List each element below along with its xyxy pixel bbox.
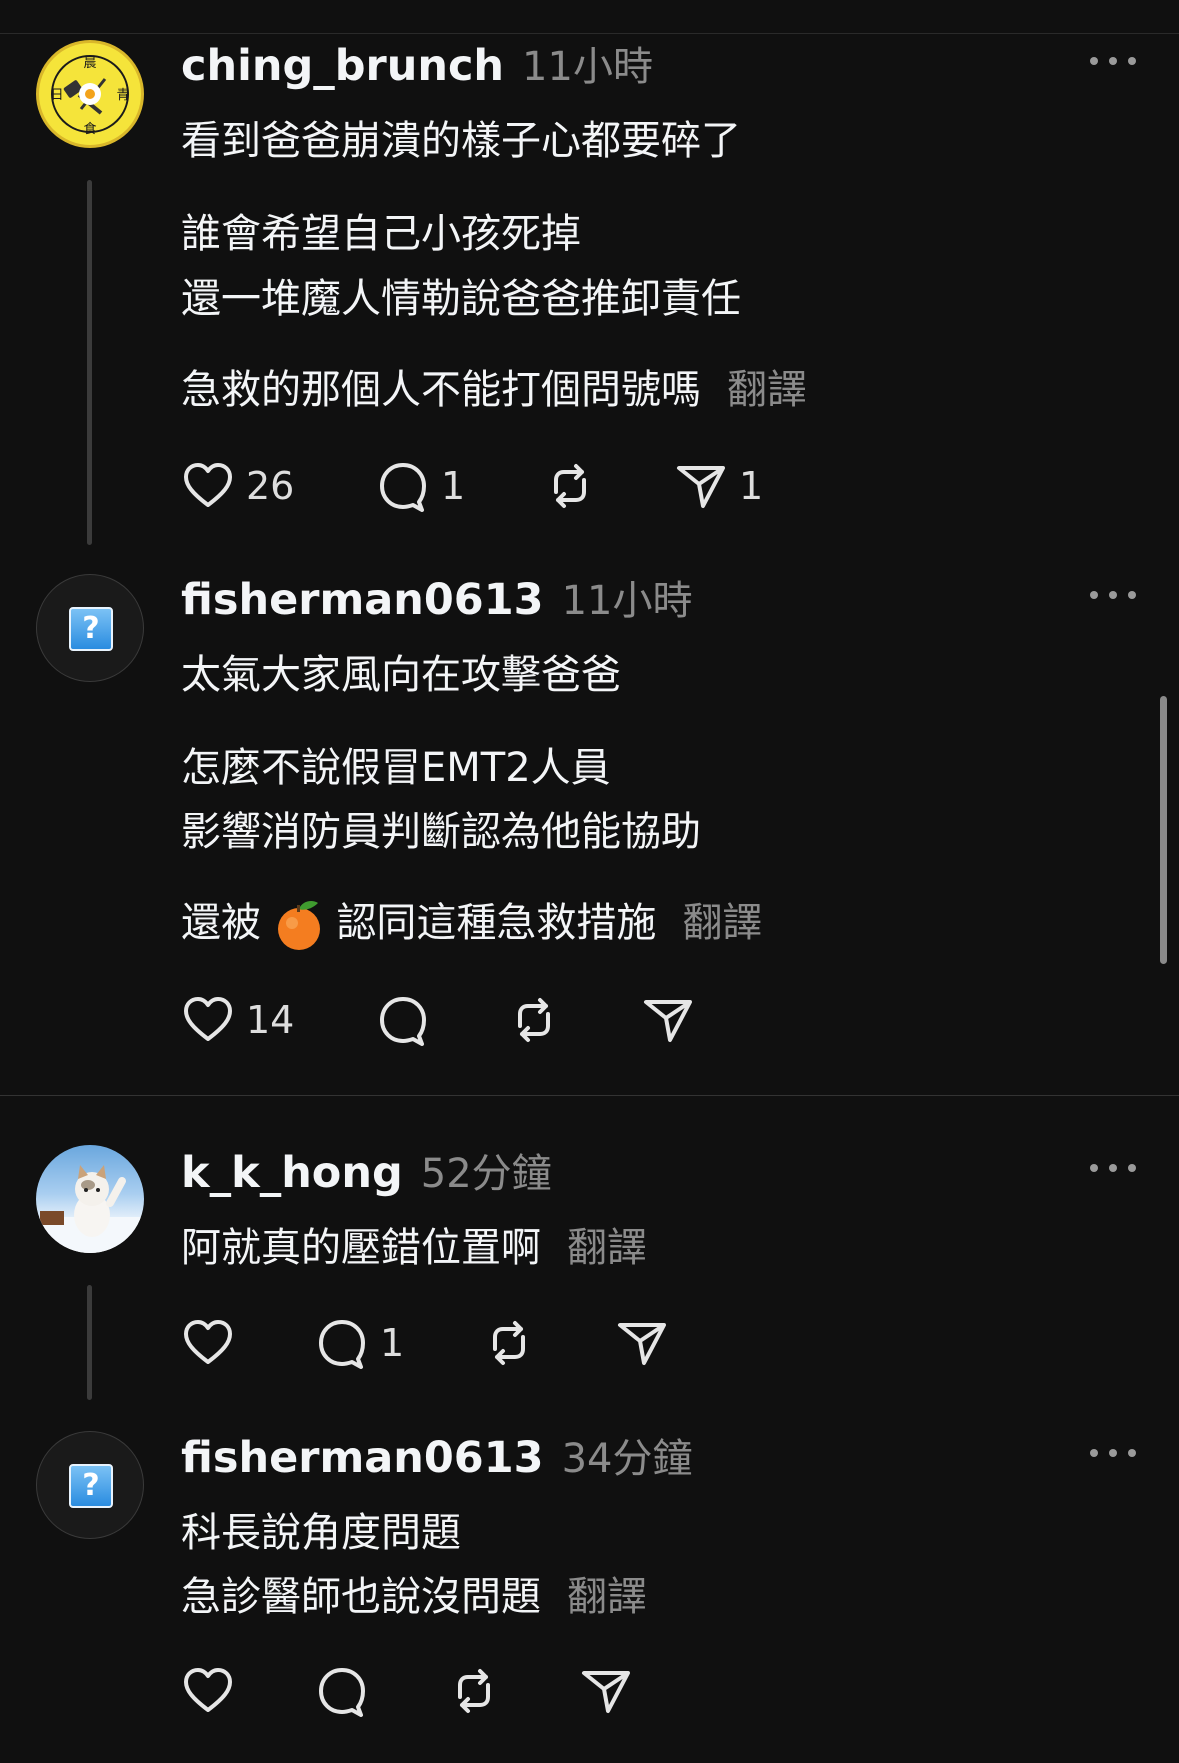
repost-icon (554, 464, 586, 508)
comment-icon (380, 463, 426, 512)
repost-icon (458, 1669, 490, 1713)
post-text: 急診醫師也說沒問題 (181, 1574, 541, 1620)
timestamp: 11小時 (561, 578, 693, 624)
share-count: 1 (739, 464, 764, 508)
post-text-line: 太氣大家風向在攻擊爸爸 (181, 652, 621, 698)
repost-button[interactable] (481, 1315, 537, 1371)
post-text: 還被 (181, 900, 261, 946)
avatar-char: 晨 (83, 56, 96, 71)
heart-icon (184, 1320, 232, 1364)
comment-icon (380, 997, 426, 1046)
post-text-line: 急救的那個人不能打個問號嗎 翻譯 (181, 357, 807, 415)
section-divider (0, 1095, 1179, 1096)
translate-link[interactable]: 翻譯 (567, 1225, 647, 1271)
comment-count: 1 (441, 464, 466, 508)
repost-button[interactable] (446, 1663, 502, 1719)
username[interactable]: fisherman0613 34分鐘 (181, 1426, 692, 1484)
like-button[interactable] (180, 1663, 236, 1719)
scrollbar[interactable] (1160, 696, 1167, 964)
username[interactable]: fisherman0613 11小時 (181, 568, 692, 626)
avatar[interactable]: ? (36, 1431, 144, 1539)
share-icon (582, 1671, 630, 1713)
heart-icon (184, 463, 232, 507)
share-icon (644, 1000, 692, 1042)
question-mark-icon: ? (69, 607, 113, 651)
translate-link[interactable]: 翻譯 (682, 900, 762, 946)
cat-avatar-icon (36, 1165, 144, 1253)
more-icon[interactable] (1090, 588, 1136, 602)
timestamp: 52分鐘 (420, 1151, 552, 1197)
more-icon[interactable] (1090, 1446, 1136, 1460)
comment-icon (319, 1320, 365, 1369)
avatar[interactable]: ? (36, 574, 144, 682)
like-button[interactable]: 26 (180, 458, 294, 514)
avatar[interactable]: 晨 日 青 食 (36, 40, 144, 148)
post-text-line: 還一堆魔人情勒說爸爸推卸責任 (181, 276, 741, 322)
username-text[interactable]: k_k_hong (181, 1148, 403, 1198)
heart-icon (184, 1668, 232, 1712)
more-icon[interactable] (1090, 54, 1136, 68)
orange-emoji-icon (277, 901, 320, 950)
avatar[interactable] (36, 1145, 144, 1253)
share-button[interactable] (614, 1315, 670, 1371)
username-text[interactable]: ching_brunch (181, 41, 504, 91)
like-count: 26 (246, 464, 295, 508)
repost-button[interactable] (542, 458, 598, 514)
share-button[interactable]: 1 (673, 458, 763, 514)
heart-icon (184, 997, 232, 1041)
timestamp: 11小時 (522, 44, 653, 90)
like-button[interactable]: 14 (180, 992, 294, 1048)
post-text-line: 怎麼不說假冒EMT2人員 (181, 745, 611, 791)
question-mark-icon: ? (69, 1464, 113, 1508)
comment-icon (319, 1668, 365, 1717)
username-text[interactable]: fisherman0613 (181, 1433, 544, 1483)
repost-icon (518, 998, 550, 1042)
repost-icon (493, 1321, 525, 1365)
post-text-line: 看到爸爸崩潰的樣子心都要碎了 (181, 118, 741, 164)
post-text-line: 急診醫師也說沒問題 翻譯 (181, 1564, 647, 1622)
translate-link[interactable]: 翻譯 (727, 367, 807, 413)
post-text-line: 阿就真的壓錯位置啊 翻譯 (181, 1215, 647, 1273)
post-text-line: 科長說角度問題 (181, 1510, 461, 1556)
share-button[interactable] (640, 992, 696, 1048)
avatar-char: 青 (116, 88, 129, 103)
like-count: 14 (246, 998, 295, 1042)
share-icon (618, 1323, 666, 1365)
like-button[interactable] (180, 1315, 236, 1371)
post-text-line: 影響消防員判斷認為他能協助 (181, 809, 701, 855)
post-text: 急救的那個人不能打個問號嗎 (181, 367, 701, 413)
comment-button[interactable] (375, 992, 431, 1048)
comment-button[interactable]: 1 (375, 458, 465, 514)
thread-line (87, 180, 92, 545)
repost-button[interactable] (506, 992, 562, 1048)
username-text[interactable]: fisherman0613 (181, 575, 544, 625)
comment-button[interactable] (314, 1663, 370, 1719)
post-text-line: 誰會希望自己小孩死掉 (181, 211, 581, 257)
post-text: 認同這種急救措施 (336, 900, 657, 946)
post-text: 阿就真的壓錯位置啊 (181, 1225, 541, 1271)
share-button[interactable] (578, 1663, 634, 1719)
more-icon[interactable] (1090, 1161, 1136, 1175)
translate-link[interactable]: 翻譯 (567, 1574, 647, 1620)
comment-count: 1 (380, 1321, 405, 1365)
avatar-char: 日 (50, 88, 63, 103)
avatar-char: 食 (83, 121, 96, 137)
thread-line (87, 1285, 92, 1400)
username[interactable]: ching_brunch 11小時 (181, 34, 653, 92)
brunch-logo-icon: 晨 日 青 食 (50, 55, 130, 137)
comment-button[interactable]: 1 (314, 1315, 404, 1371)
timestamp: 34分鐘 (561, 1436, 693, 1482)
share-icon (677, 466, 725, 508)
username[interactable]: k_k_hong 52分鐘 (181, 1141, 552, 1199)
post-text-line: 還被 認同這種急救措施 翻譯 (181, 890, 762, 953)
